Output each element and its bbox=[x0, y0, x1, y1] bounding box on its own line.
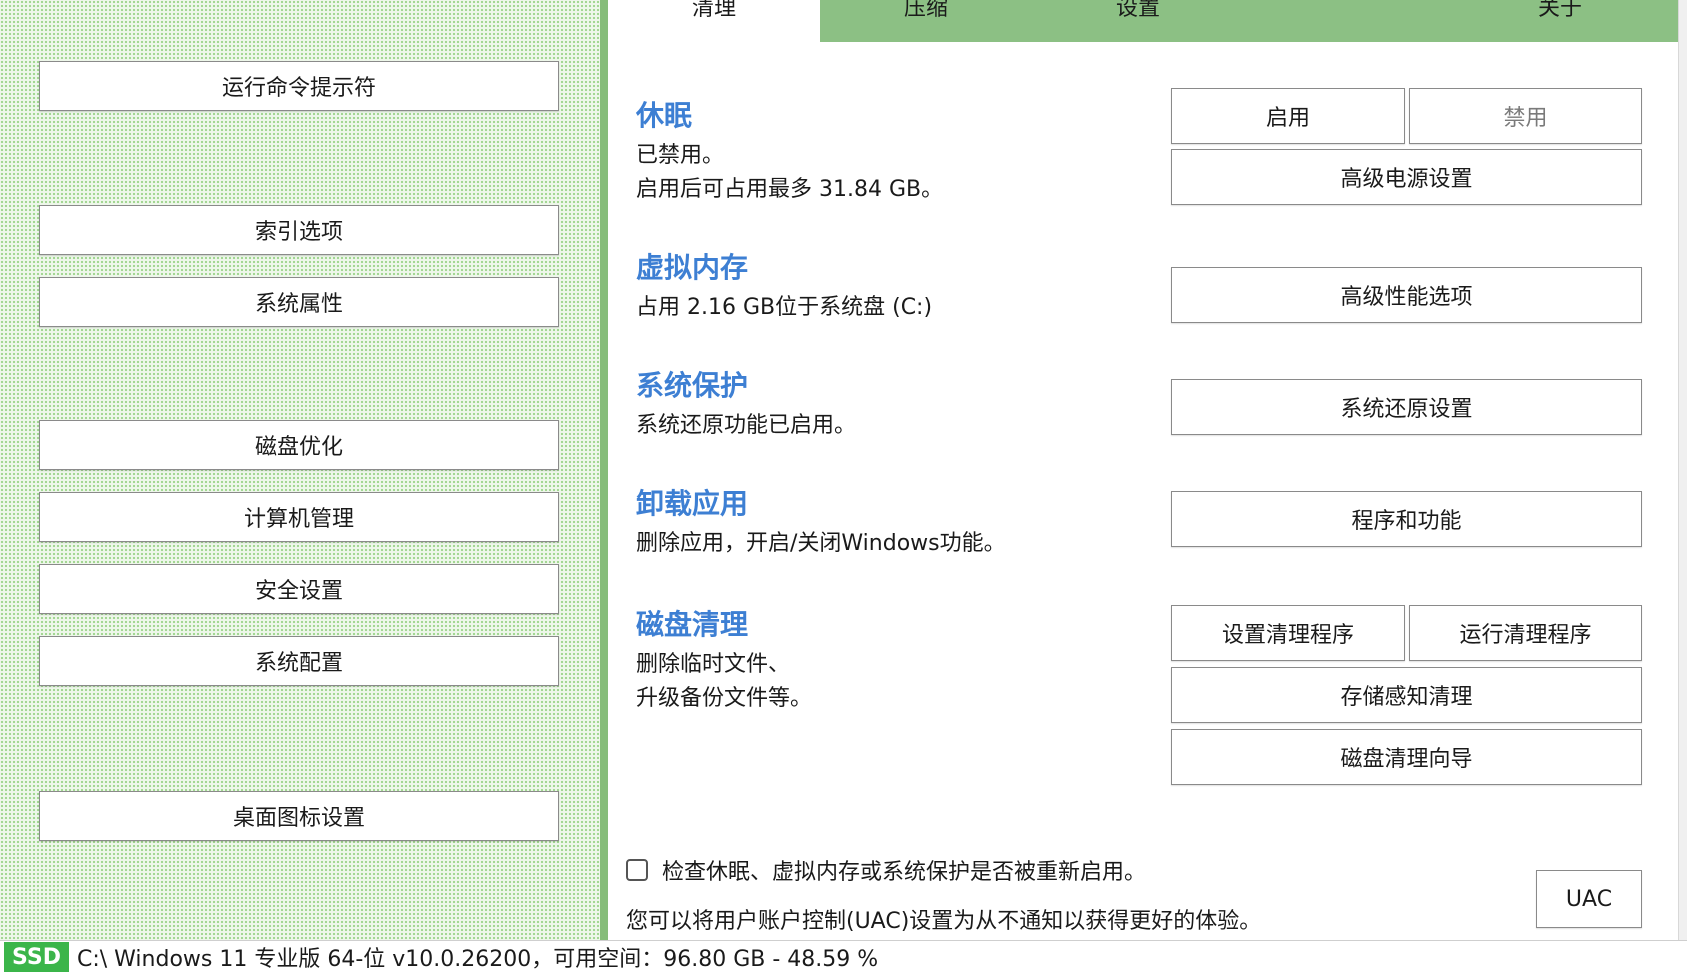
programs-features-button[interactable]: 程序和功能 bbox=[1171, 491, 1642, 547]
system-restore-button[interactable]: 系统还原设置 bbox=[1171, 379, 1642, 435]
disk-optimize-button[interactable]: 磁盘优化 bbox=[39, 420, 559, 470]
uninstall-title: 卸载应用 bbox=[636, 487, 749, 520]
cleanup-desc-2: 升级备份文件等。 bbox=[636, 686, 813, 711]
setup-cleanup-button[interactable]: 设置清理程序 bbox=[1171, 605, 1405, 661]
uac-hint: 您可以将用户账户控制(UAC)设置为从不通知以获得更好的体验。 bbox=[626, 909, 1262, 934]
ssd-badge: SSD bbox=[4, 942, 69, 972]
uac-button[interactable]: UAC bbox=[1536, 870, 1642, 928]
recheck-checkbox[interactable] bbox=[626, 859, 648, 881]
protect-title: 系统保护 bbox=[636, 369, 749, 402]
vmem-desc: 占用 2.16 GB位于系统盘 (C:) bbox=[636, 295, 933, 320]
panel-divider bbox=[600, 0, 608, 940]
drive-info: C:\ Windows 11 专业版 64-位 v10.0.26200，可用空间… bbox=[76, 947, 879, 972]
index-options-button[interactable]: 索引选项 bbox=[39, 205, 559, 255]
window-edge bbox=[1678, 0, 1687, 940]
tab-compress[interactable]: 压缩 bbox=[820, 0, 1032, 42]
run-cleanup-button[interactable]: 运行清理程序 bbox=[1409, 605, 1642, 661]
security-settings-button[interactable]: 安全设置 bbox=[39, 564, 559, 614]
desktop-icon-settings-button[interactable]: 桌面图标设置 bbox=[39, 791, 559, 841]
computer-management-button[interactable]: 计算机管理 bbox=[39, 492, 559, 542]
tab-bar: 清理 压缩 设置 关于 bbox=[608, 0, 1678, 42]
storage-sense-button[interactable]: 存储感知清理 bbox=[1171, 667, 1642, 723]
protect-desc: 系统还原功能已启用。 bbox=[636, 413, 857, 438]
system-config-button[interactable]: 系统配置 bbox=[39, 636, 559, 686]
hibernate-title: 休眠 bbox=[636, 99, 693, 132]
advanced-power-button[interactable]: 高级电源设置 bbox=[1171, 149, 1642, 205]
hibernate-disable-button[interactable]: 禁用 bbox=[1409, 88, 1642, 144]
system-properties-button[interactable]: 系统属性 bbox=[39, 277, 559, 327]
run-cmd-button[interactable]: 运行命令提示符 bbox=[39, 61, 559, 111]
uninstall-desc: 删除应用，开启/关闭Windows功能。 bbox=[636, 531, 1006, 556]
hibernate-enable-button[interactable]: 启用 bbox=[1171, 88, 1405, 144]
status-bar: SSD C:\ Windows 11 专业版 64-位 v10.0.26200，… bbox=[0, 940, 1687, 973]
hibernate-size: 启用后可占用最多 31.84 GB。 bbox=[636, 177, 944, 202]
advanced-performance-button[interactable]: 高级性能选项 bbox=[1171, 267, 1642, 323]
disk-cleanup-wizard-button[interactable]: 磁盘清理向导 bbox=[1171, 729, 1642, 785]
tab-settings[interactable]: 设置 bbox=[1032, 0, 1244, 42]
tab-cleanup[interactable]: 清理 bbox=[608, 0, 820, 42]
left-panel: 运行命令提示符 索引选项 系统属性 磁盘优化 计算机管理 安全设置 系统配置 桌… bbox=[0, 0, 600, 940]
cleanup-title: 磁盘清理 bbox=[636, 608, 749, 641]
vmem-title: 虚拟内存 bbox=[636, 251, 749, 284]
recheck-label: 检查休眠、虚拟内存或系统保护是否被重新启用。 bbox=[662, 860, 1147, 885]
cleanup-desc-1: 删除临时文件、 bbox=[636, 652, 791, 677]
hibernate-status: 已禁用。 bbox=[636, 143, 725, 168]
tab-about[interactable]: 关于 bbox=[1454, 0, 1666, 42]
